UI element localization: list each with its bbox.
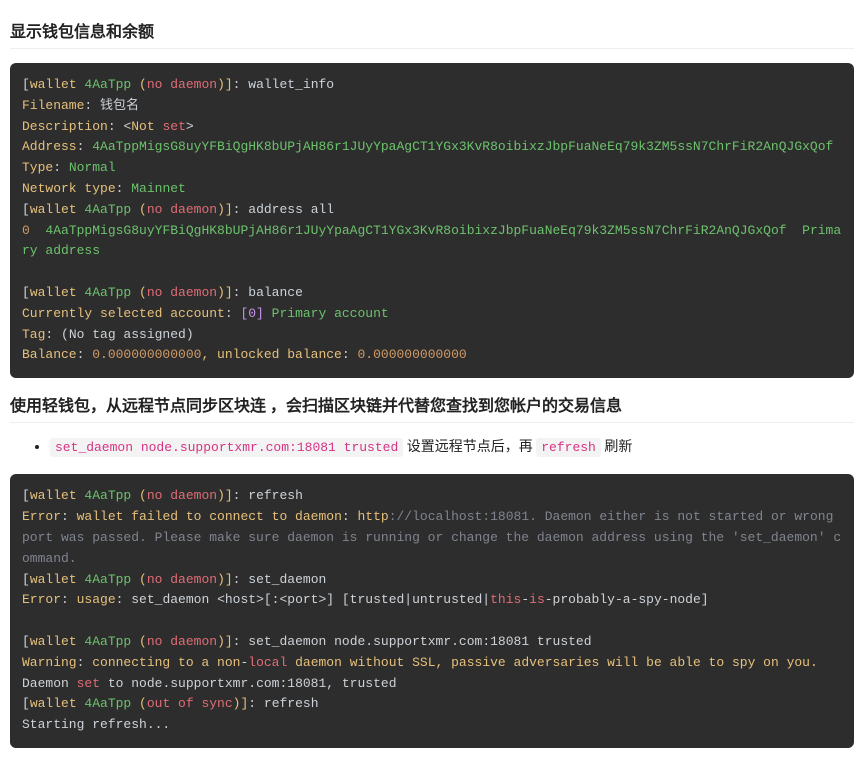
unlocked-val: 0.000000000000 — [357, 347, 466, 362]
tag-label: Tag — [22, 327, 45, 342]
inline-code-refresh: refresh — [536, 438, 601, 457]
wallet-label: wallet — [30, 77, 85, 92]
net-label: Network type — [22, 181, 116, 196]
filename-value: 钱包名 — [100, 98, 139, 113]
err-label: Error — [22, 509, 61, 524]
cmd: set_daemon node.supportxmr.com:18081 tru… — [248, 634, 591, 649]
out-of-sync: out of sync — [147, 696, 233, 711]
bal-label: Balance — [22, 347, 77, 362]
wallet-short: 4AaTpp — [84, 77, 131, 92]
bullet-text1: 设置远程节点后，再 — [407, 439, 533, 455]
cmd: set_daemon — [248, 572, 326, 587]
filename-label: Filename — [22, 98, 84, 113]
addr-label: Address — [22, 139, 77, 154]
wallet-address: 4AaTppMigsG8uyYFBiQgHK8bUPjAH86r1JUyYpaA… — [92, 139, 833, 154]
section1-heading: 显示钱包信息和余额 — [10, 18, 854, 49]
desc-label: Description — [22, 119, 108, 134]
warn-label: Warning — [22, 655, 77, 670]
cmd: wallet_info — [248, 77, 334, 92]
type-value: Normal — [69, 160, 116, 175]
cmd: refresh — [264, 696, 319, 711]
cmd: address all — [248, 202, 334, 217]
cmd: balance — [248, 285, 303, 300]
list-item: set_daemon node.supportxmr.com:18081 tru… — [50, 435, 854, 460]
cmd: refresh — [248, 488, 303, 503]
bullet-text2: 刷新 — [604, 439, 632, 455]
code-block-refresh: [wallet 4AaTpp (no daemon)]: refresh Err… — [10, 474, 854, 748]
sel-acct: Currently selected account — [22, 306, 225, 321]
bal-val: 0.000000000000 — [92, 347, 201, 362]
no-daemon: no daemon — [147, 77, 217, 92]
idx0: 0 — [22, 223, 30, 238]
addr-full: 4AaTppMigsG8uyYFBiQgHK8bUPjAH86r1JUyYpaA… — [45, 223, 786, 238]
net-value: Mainnet — [131, 181, 186, 196]
instruction-list: set_daemon node.supportxmr.com:18081 tru… — [10, 435, 854, 460]
starting-refresh: Starting refresh... — [22, 717, 170, 732]
bracket: [ — [22, 77, 30, 92]
section2-heading: 使用轻钱包，从远程节点同步区块连 ，会扫描区块链并代替您查找到您帐户的交易信息 — [10, 392, 854, 423]
inline-code-setdaemon: set_daemon node.supportxmr.com:18081 tru… — [50, 438, 403, 457]
code-block-wallet-info: [wallet 4AaTpp (no daemon)]: wallet_info… — [10, 63, 854, 378]
type-label: Type — [22, 160, 53, 175]
